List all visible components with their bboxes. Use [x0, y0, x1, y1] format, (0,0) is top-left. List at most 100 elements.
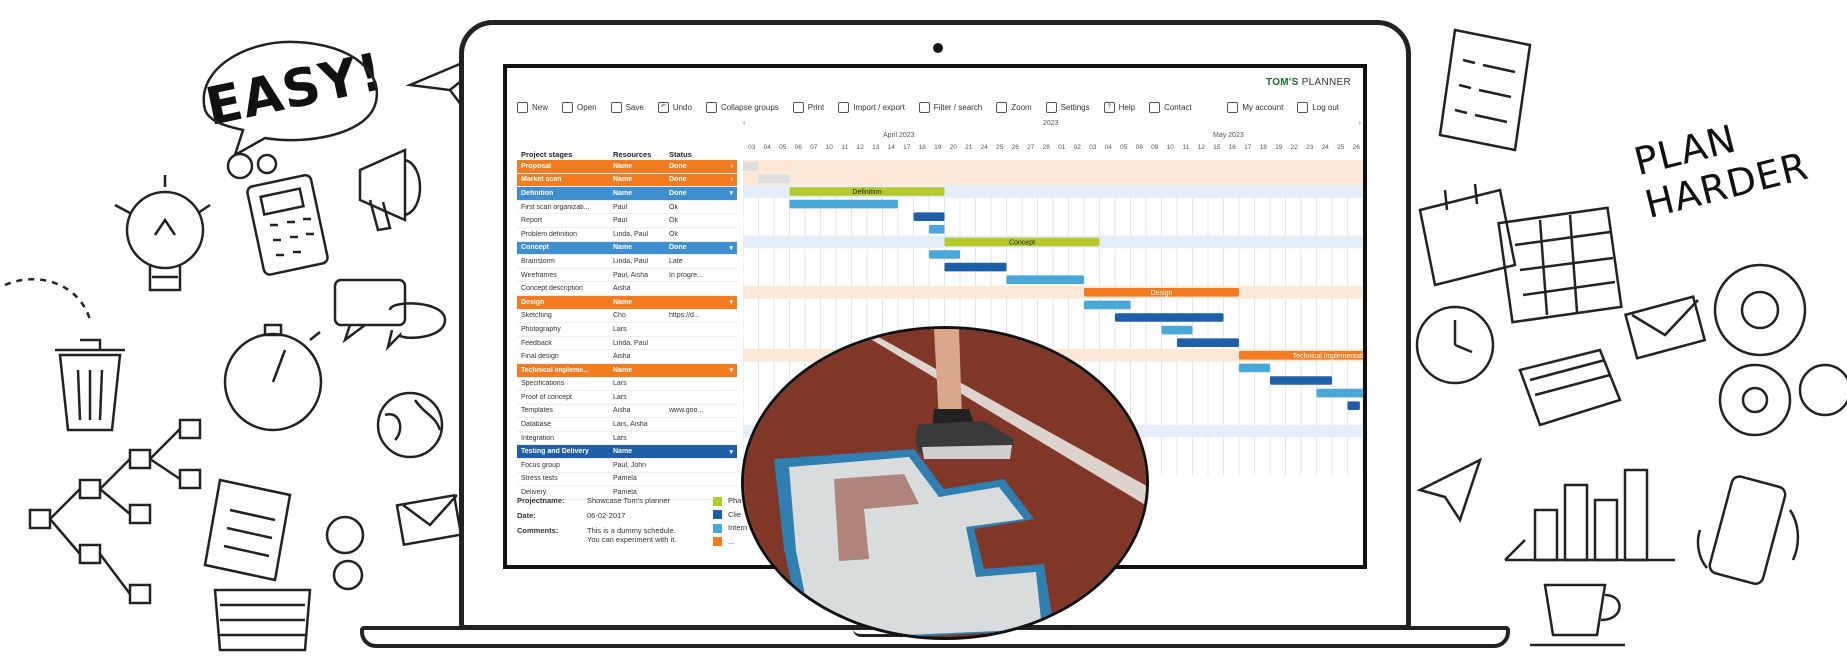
task-row[interactable]: Final design Aisha	[517, 350, 737, 364]
gantt-bar[interactable]	[1161, 325, 1193, 335]
task-row[interactable]: Concept description Aisha	[517, 282, 737, 296]
papers-stack-icon	[203, 478, 312, 652]
group-row[interactable]: Testing and Delivery Name ▾	[517, 445, 737, 460]
task-status: In progre...	[669, 271, 703, 279]
expand-arrow-icon[interactable]: ▾	[729, 244, 737, 252]
chat-bubbles-icon	[333, 278, 447, 351]
expand-arrow-icon[interactable]: ▾	[729, 448, 737, 456]
gantt-bar[interactable]	[1006, 275, 1085, 284]
task-row[interactable]: Sketching Cho https://d...	[517, 310, 737, 324]
day-label: 07	[810, 144, 818, 151]
task-status: Ok	[669, 203, 678, 211]
group-row[interactable]: Market scan Name Done ›	[517, 173, 737, 188]
task-name: Testing and Delivery	[521, 448, 589, 456]
task-row[interactable]: Report Paul Ok	[517, 214, 737, 228]
folder-icon	[562, 101, 574, 113]
task-row[interactable]: Proof of concept Lars	[517, 391, 737, 405]
date-label: Date:	[517, 511, 536, 520]
task-resources: Cho	[613, 312, 626, 320]
day-label: 16	[1228, 144, 1236, 151]
task-status: Done	[669, 244, 687, 252]
task-row[interactable]: Feedback Linda, Paul	[517, 337, 737, 351]
task-row[interactable]: Templates Aisha www.goo...	[517, 405, 737, 419]
new-file-icon	[517, 101, 528, 113]
task-row[interactable]: Database Lars, Aisha	[517, 418, 737, 432]
col-project-stages[interactable]: Project stages	[517, 150, 613, 159]
log-out-button[interactable]: Log out	[1297, 101, 1339, 113]
task-name: Stress tests	[521, 475, 558, 483]
save-button[interactable]: Save	[610, 101, 644, 113]
gantt-bar[interactable]	[1316, 388, 1364, 398]
collapse-icon	[705, 101, 717, 113]
task-row[interactable]: Photography Lars	[517, 323, 737, 337]
gantt-bar[interactable]	[944, 262, 1007, 272]
task-resources: Paul	[613, 203, 628, 211]
megaphone-doodle	[358, 148, 422, 232]
contact-button[interactable]: Contact	[1149, 101, 1192, 113]
new-button[interactable]: New	[517, 101, 548, 113]
task-name: Report	[521, 217, 543, 225]
expand-arrow-icon[interactable]: ▾	[729, 298, 737, 306]
expand-arrow-icon[interactable]: ›	[731, 163, 737, 170]
help-button[interactable]: ? Help	[1103, 101, 1135, 113]
task-row[interactable]: Integration Lars	[517, 432, 737, 446]
collapse-groups-button[interactable]: Collapse groups	[705, 101, 779, 113]
group-row[interactable]: Proposal Name Done ›	[517, 160, 737, 174]
scroll-left-arrow[interactable]: ‹	[743, 120, 745, 127]
gantt-bar[interactable]	[1084, 300, 1131, 310]
gantt-bar[interactable]	[1115, 313, 1224, 322]
task-row[interactable]: Wireframes Paul, Aisha In progre...	[517, 269, 737, 283]
task-row[interactable]: Focus group Paul, John	[517, 459, 737, 473]
gantt-bar[interactable]	[929, 250, 960, 259]
day-label: 26	[1011, 144, 1019, 151]
task-row[interactable]: Specifications Lars	[517, 378, 737, 392]
scroll-right-arrow[interactable]: ›	[1359, 120, 1361, 127]
money-stack-icon	[1518, 348, 1622, 427]
bar-chart-icon	[1504, 468, 1675, 562]
task-row[interactable]: Stress tests Pamela	[517, 473, 737, 487]
legend-swatch-green	[713, 496, 722, 506]
my-account-button[interactable]: My account	[1227, 101, 1283, 113]
task-row[interactable]: First scan organizati... Paul Ok	[517, 201, 737, 215]
gantt-bar[interactable]	[1270, 376, 1332, 385]
gantt-bar-label: Design	[1151, 290, 1173, 297]
gantt-bar[interactable]	[743, 162, 759, 171]
gantt-bar[interactable]	[1347, 401, 1360, 410]
expand-arrow-icon[interactable]: ›	[731, 176, 737, 183]
print-button[interactable]: Print	[792, 101, 824, 113]
group-row[interactable]: Definition Name Done ▾	[517, 187, 737, 201]
col-status[interactable]: Status	[669, 150, 727, 159]
zoom-button[interactable]: Zoom	[996, 101, 1032, 113]
legend-key-4: ...	[728, 536, 735, 546]
gantt-bar[interactable]	[929, 225, 945, 234]
col-resources[interactable]: Resources	[613, 150, 669, 159]
settings-button[interactable]: Settings	[1045, 101, 1090, 113]
webcam	[933, 43, 943, 53]
day-label: 28	[1042, 144, 1050, 151]
gantt-bar[interactable]	[1239, 363, 1270, 373]
task-row[interactable]: Problem definition Linda, Paul Ok	[517, 228, 737, 242]
gantt-bar[interactable]	[758, 174, 790, 184]
task-name: Templates	[521, 407, 553, 415]
day-label: 04	[763, 144, 771, 151]
expand-arrow-icon[interactable]: ▾	[729, 366, 737, 374]
flowchart-icon	[28, 418, 202, 605]
undo-button[interactable]: ↶ Undo	[657, 101, 692, 113]
group-row[interactable]: Technical impleme... Name ▾	[517, 363, 737, 378]
gantt-bar[interactable]	[1177, 338, 1239, 347]
gantt-bar[interactable]	[913, 212, 945, 221]
day-label: 11	[1182, 144, 1190, 151]
undo-icon: ↶	[657, 101, 669, 113]
filter-search-button[interactable]: Filter / search	[918, 101, 982, 113]
gantt-bar[interactable]	[789, 199, 899, 209]
import-export-button[interactable]: Import / export	[838, 101, 905, 113]
gantt-bar-label: Definition	[852, 189, 881, 196]
expand-arrow-icon[interactable]: ▾	[729, 189, 737, 197]
task-resources: Linda, Paul	[613, 257, 649, 265]
task-row[interactable]: Brainstorm Linda, Paul Late	[517, 255, 737, 269]
year-label: 2023	[1043, 120, 1059, 127]
group-row[interactable]: Concept Name Done ▾	[517, 241, 737, 256]
group-row[interactable]: Design Name ▾	[517, 295, 737, 310]
open-button[interactable]: Open	[562, 101, 597, 113]
day-label: 09	[1151, 144, 1159, 151]
